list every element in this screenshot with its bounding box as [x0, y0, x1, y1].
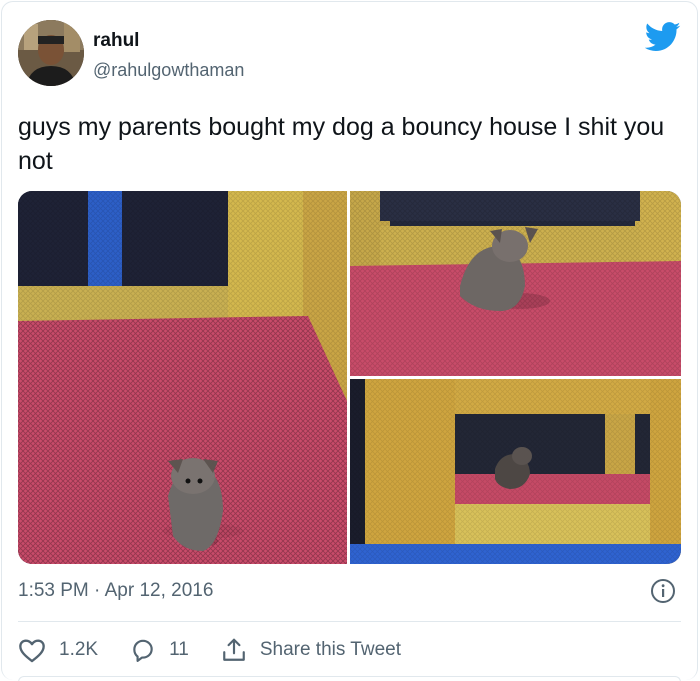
tweet-text: guys my parents bought my dog a bouncy h… — [18, 113, 665, 175]
info-icon[interactable] — [650, 578, 676, 604]
tweet-timestamp[interactable]: 1:53 PM · Apr 12, 2016 — [18, 580, 213, 602]
share-icon — [222, 638, 245, 661]
like-count: 1.2K — [59, 639, 99, 660]
twitter-bird-icon[interactable] — [644, 22, 681, 52]
share-label: Share this Tweet — [259, 639, 402, 660]
share-button[interactable]: Share this Tweet — [221, 637, 401, 663]
next-card-edge — [18, 676, 681, 681]
tweet-actions: 1.2K 11 Share this Tweet — [18, 635, 433, 665]
author-handle[interactable]: @rahulgowthaman — [93, 60, 244, 81]
author-name[interactable]: rahul — [93, 30, 139, 52]
photo-bouncy-house-front[interactable] — [350, 379, 681, 564]
reply-button[interactable]: 11 — [130, 637, 189, 663]
photo-dog-on-bouncy-floor[interactable] — [18, 191, 347, 564]
like-button[interactable]: 1.2K — [18, 637, 98, 663]
photo-dog-sitting[interactable] — [350, 191, 681, 376]
reply-count: 11 — [169, 639, 189, 660]
avatar[interactable] — [18, 20, 84, 86]
divider — [18, 621, 681, 622]
tweet-media-grid — [18, 191, 681, 564]
reply-icon — [133, 639, 153, 662]
heart-icon — [19, 639, 45, 663]
